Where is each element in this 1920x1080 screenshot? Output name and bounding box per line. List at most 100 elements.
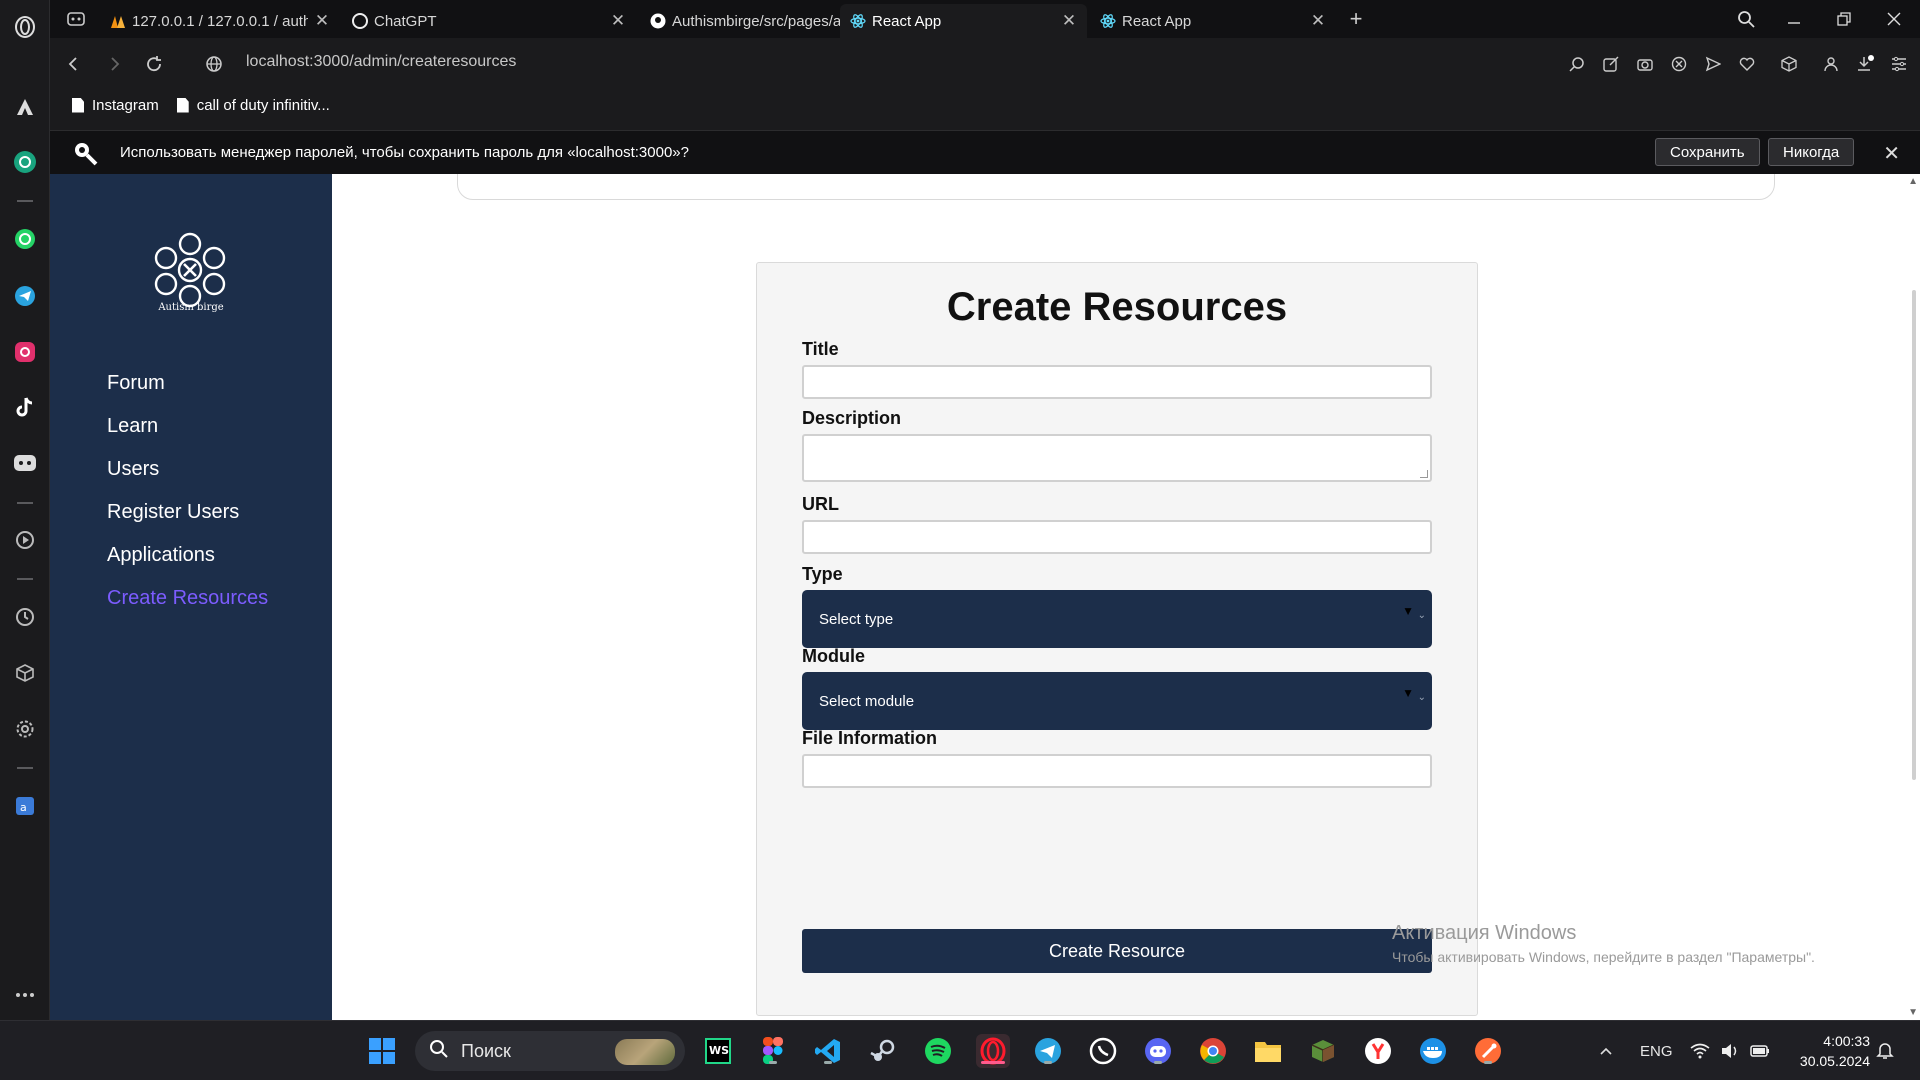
send-icon[interactable] — [1702, 50, 1724, 78]
tab-react-app-active[interactable]: React App ✕ — [840, 4, 1087, 38]
taskbar-search[interactable]: Поиск — [415, 1031, 685, 1071]
scroll-thumb[interactable] — [1912, 290, 1916, 780]
tiktok-icon[interactable] — [10, 392, 40, 422]
player-icon[interactable] — [10, 525, 40, 555]
whatsapp-icon[interactable] — [10, 224, 40, 254]
module-select[interactable]: Select module ▼ ⌄ — [802, 672, 1432, 730]
file-information-label: File Information — [802, 728, 937, 748]
extensions-cube-icon[interactable] — [10, 658, 40, 688]
tab-close-icon[interactable]: ✕ — [610, 12, 626, 29]
tab-search-icon[interactable] — [1732, 5, 1760, 33]
easy-setup-icon[interactable] — [1888, 50, 1910, 78]
sidebar-divider — [17, 578, 33, 580]
translate-icon[interactable]: a — [10, 791, 40, 821]
forward-arrow-icon[interactable] — [100, 50, 128, 78]
save-password-button[interactable]: Сохранить — [1655, 138, 1760, 166]
type-select[interactable]: Select type ▼ ⌄ — [802, 590, 1432, 648]
tab-chatgpt[interactable]: ChatGPT ✕ — [342, 4, 636, 38]
telegram-icon[interactable] — [10, 281, 40, 311]
extensions-icon[interactable] — [1778, 50, 1800, 78]
battery-icon[interactable] — [1750, 1021, 1770, 1080]
settings-gear-icon[interactable] — [10, 714, 40, 744]
telegram-taskbar-icon[interactable] — [1031, 1034, 1065, 1068]
never-button[interactable]: Никогда — [1768, 138, 1855, 166]
file-explorer-icon[interactable] — [1251, 1034, 1285, 1068]
url-field[interactable]: localhost:3000/admin/createresources — [246, 53, 516, 71]
dropdown-caret-icon: ▼ — [1402, 686, 1414, 700]
scroll-down-icon[interactable]: ▼ — [1908, 1007, 1918, 1018]
close-prompt-icon[interactable]: ✕ — [1883, 141, 1900, 166]
chatgpt-icon[interactable] — [10, 147, 40, 177]
menu-item-learn[interactable]: Learn — [107, 413, 268, 456]
description-textarea[interactable] — [802, 434, 1432, 482]
webstorm-icon[interactable]: WS — [701, 1034, 735, 1068]
window-close-icon[interactable] — [1880, 5, 1908, 33]
windows-start-icon[interactable] — [365, 1034, 399, 1068]
menu-item-create-resources[interactable]: Create Resources — [107, 585, 268, 628]
tab-strip: 127.0.0.1 / 127.0.0.1 / authi ✕ ChatGPT … — [50, 0, 1920, 38]
history-icon[interactable] — [10, 602, 40, 632]
more-icon[interactable] — [10, 980, 40, 1010]
menu-item-forum[interactable]: Forum — [107, 370, 268, 413]
tab-close-icon[interactable]: ✕ — [1310, 12, 1326, 29]
reload-icon[interactable] — [140, 50, 168, 78]
minecraft-icon[interactable] — [1306, 1034, 1340, 1068]
menu-item-users[interactable]: Users — [107, 456, 268, 499]
site-info-globe-icon[interactable] — [200, 50, 228, 78]
url-input[interactable] — [802, 520, 1432, 554]
page-scrollbar[interactable]: ▲ ▼ — [1906, 174, 1920, 1020]
yandex-browser-icon[interactable] — [1361, 1034, 1395, 1068]
discord-taskbar-icon[interactable] — [1141, 1034, 1175, 1068]
page-search-icon[interactable] — [1566, 50, 1588, 78]
wifi-icon[interactable] — [1690, 1021, 1710, 1080]
running-indicator — [1154, 1061, 1162, 1064]
show-hidden-icons-chevron-icon[interactable] — [1598, 1021, 1614, 1080]
snapshot-camera-icon[interactable] — [1634, 50, 1656, 78]
bookmark-instagram[interactable]: Instagram — [72, 97, 159, 114]
opera-taskbar-icon[interactable] — [976, 1034, 1010, 1068]
menu-item-applications[interactable]: Applications — [107, 542, 268, 585]
downloads-icon[interactable] — [1854, 50, 1876, 78]
resize-handle-icon[interactable] — [1420, 470, 1428, 478]
title-input[interactable] — [802, 365, 1432, 399]
system-clock[interactable]: 4:00:33 30.05.2024 — [1800, 1031, 1870, 1071]
volume-icon[interactable] — [1720, 1021, 1740, 1080]
notifications-bell-icon[interactable] — [1876, 1021, 1894, 1080]
edit-share-icon[interactable] — [1600, 50, 1622, 78]
aria-icon[interactable] — [10, 92, 40, 122]
menu-item-register-users[interactable]: Register Users — [107, 499, 268, 542]
adblock-icon[interactable] — [1668, 50, 1690, 78]
description-label: Description — [802, 408, 902, 428]
restore-icon[interactable] — [1830, 5, 1858, 33]
tab-workspaces-icon[interactable] — [62, 5, 90, 33]
tab-react-app[interactable]: React App ✕ — [1090, 4, 1336, 38]
chrome-icon[interactable] — [1196, 1034, 1230, 1068]
bookmark-call-of-duty[interactable]: call of duty infinitiv... — [176, 97, 330, 114]
vscode-icon[interactable] — [811, 1034, 845, 1068]
tab-close-icon[interactable]: ✕ — [314, 12, 330, 29]
heart-icon[interactable] — [1736, 50, 1758, 78]
opera-menu-icon[interactable] — [10, 12, 40, 42]
spotify-icon[interactable] — [921, 1034, 955, 1068]
postman-icon[interactable] — [1471, 1034, 1505, 1068]
scroll-up-icon[interactable]: ▲ — [1908, 176, 1918, 187]
back-arrow-icon[interactable] — [60, 50, 88, 78]
steam-icon[interactable] — [866, 1034, 900, 1068]
docker-icon[interactable] — [1416, 1034, 1450, 1068]
tab-phpmyadmin[interactable]: 127.0.0.1 / 127.0.0.1 / authi ✕ — [100, 4, 340, 38]
figma-icon[interactable] — [756, 1034, 790, 1068]
search-highlight-art — [615, 1039, 675, 1065]
address-toolbar — [1566, 50, 1910, 78]
whatsapp-taskbar-icon[interactable] — [1086, 1034, 1120, 1068]
discord-icon[interactable] — [10, 448, 40, 478]
top-card-edge — [457, 174, 1775, 200]
create-resource-button[interactable]: Create Resource — [802, 929, 1432, 973]
tab-close-icon[interactable]: ✕ — [1061, 12, 1077, 29]
new-tab-plus-icon[interactable]: + — [1342, 5, 1370, 33]
title-label: Title — [802, 339, 839, 359]
file-information-input[interactable] — [802, 754, 1432, 788]
profile-icon[interactable] — [1820, 50, 1842, 78]
minimize-icon[interactable] — [1780, 5, 1808, 33]
instagram-icon[interactable] — [10, 337, 40, 367]
input-language[interactable]: ENG — [1640, 1021, 1673, 1080]
